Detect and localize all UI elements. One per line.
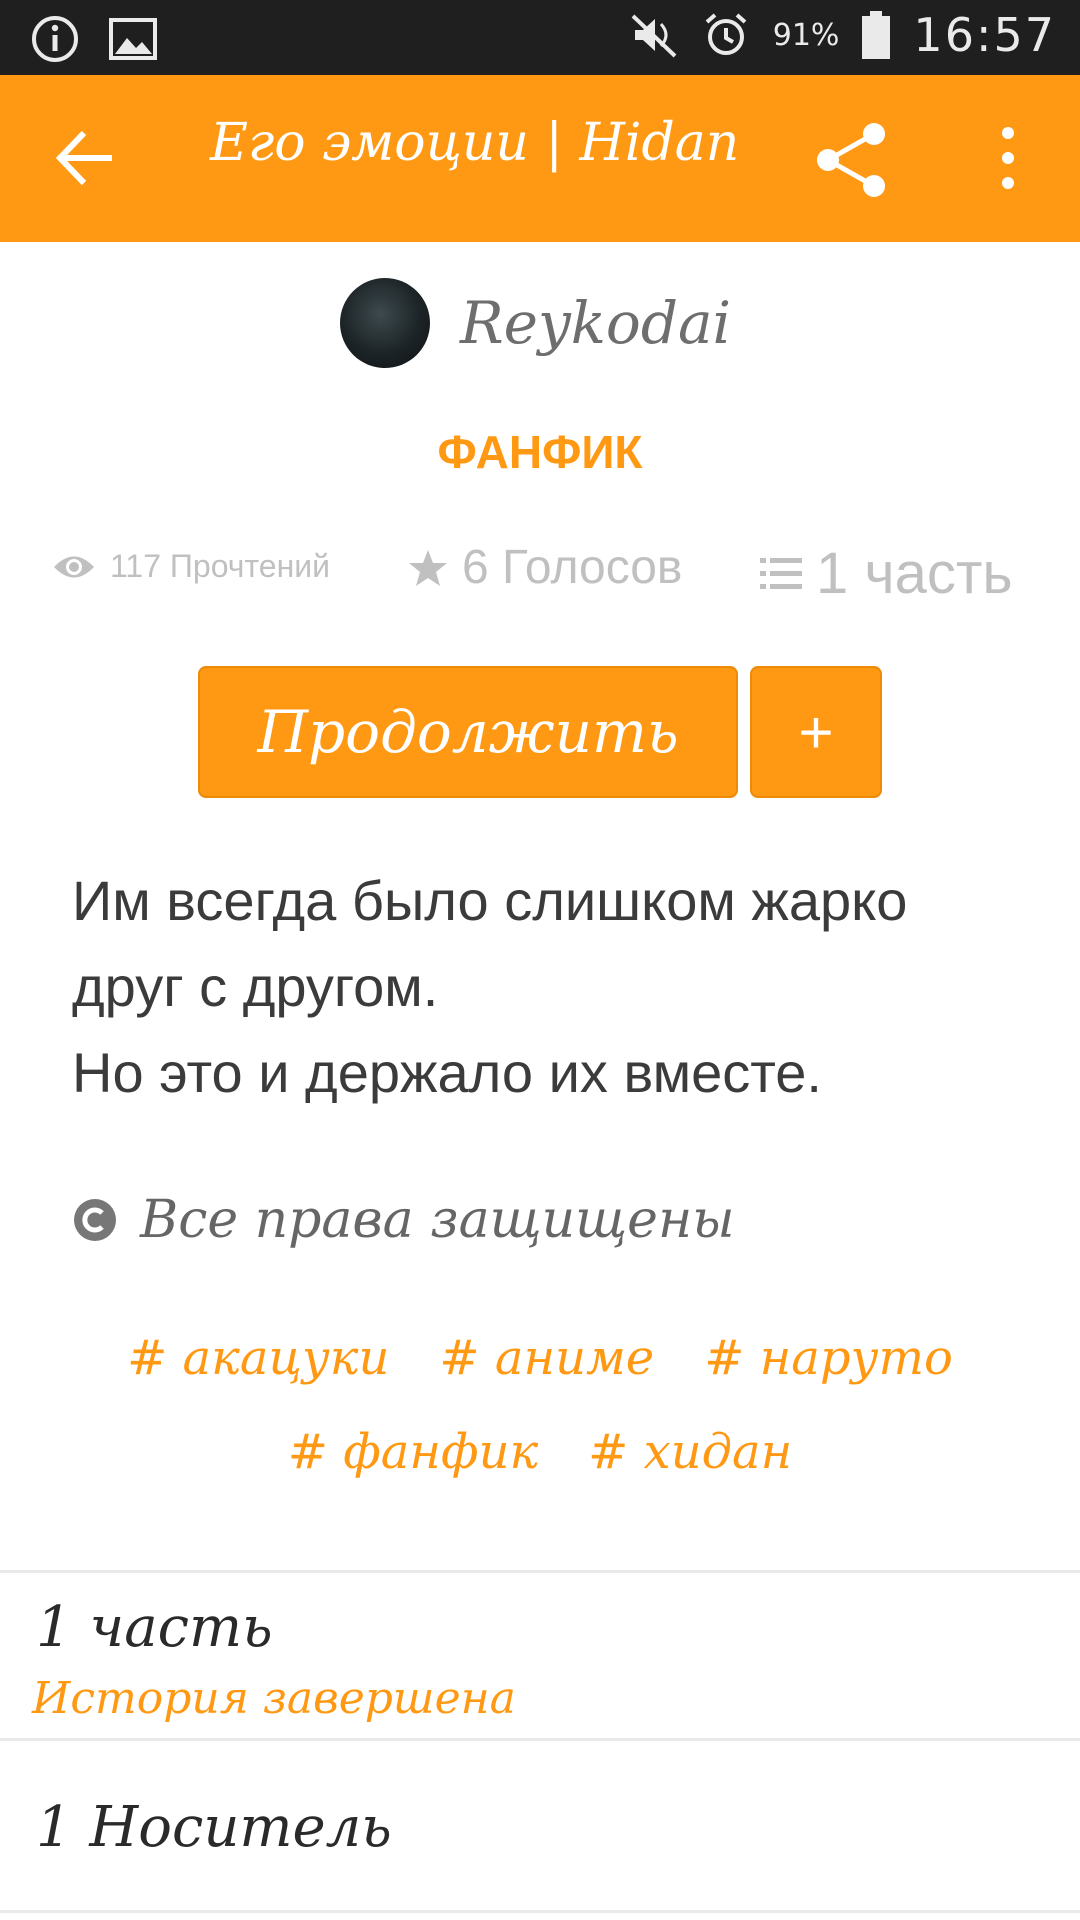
mute-icon	[631, 14, 677, 58]
continue-reading-button[interactable]: Продолжить	[198, 666, 738, 798]
story-status: История завершена	[32, 1673, 516, 1724]
tag-link[interactable]: # наруто	[704, 1330, 953, 1386]
tag-list: # акацуки # аниме # наруто # фанфик # хи…	[90, 1330, 990, 1480]
app-bar: Его эмоции | Hidan	[0, 75, 1080, 242]
author-link[interactable]: Reykodai	[340, 278, 731, 368]
parts-stat: 1 часть	[760, 540, 1013, 607]
more-vert-icon[interactable]	[990, 123, 1026, 193]
star-icon	[409, 549, 447, 586]
votes-count: 6 Голосов	[462, 541, 683, 594]
battery-percent: 91%	[772, 17, 840, 53]
share-icon[interactable]	[812, 120, 892, 200]
story-description: Им всегда было слишком жарко друг с друг…	[72, 858, 1032, 1116]
battery-icon	[862, 11, 891, 59]
tag-link[interactable]: # аниме	[439, 1330, 654, 1386]
parts-row-title: 1 часть	[36, 1595, 273, 1660]
description-line: Им всегда было слишком жарко друг с друг…	[72, 869, 908, 1018]
category-label: ФАНФИК	[437, 426, 643, 478]
reads-stat: 117 Прочтений	[52, 548, 330, 585]
back-arrow-icon[interactable]	[52, 127, 118, 189]
image-icon	[109, 18, 157, 60]
alarm-icon	[705, 13, 747, 55]
add-to-library-button[interactable]: +	[750, 666, 882, 798]
carrier-row[interactable]: 1 Носитель	[0, 1741, 1080, 1911]
parts-count: 1 часть	[816, 541, 1013, 606]
copyright-icon	[74, 1199, 116, 1241]
copyright-text: Все права защищены	[140, 1190, 735, 1250]
status-bar: 91% 16:57	[0, 0, 1080, 75]
reads-count: 117 Прочтений	[110, 548, 330, 584]
eye-icon	[54, 556, 94, 577]
tag-link[interactable]: # акацуки	[127, 1330, 389, 1386]
story-stats: 117 Прочтений 6 Голосов 1 часть	[0, 540, 1080, 620]
status-bar-left	[30, 14, 158, 64]
avatar[interactable]	[340, 278, 430, 368]
info-icon	[32, 16, 78, 62]
author-name[interactable]: Reykodai	[460, 289, 731, 357]
status-bar-right: 91% 16:57	[629, 8, 1056, 62]
carrier-row-title: 1 Носитель	[36, 1795, 392, 1860]
copyright-notice: Все права защищены	[72, 1190, 735, 1250]
clock: 16:57	[913, 8, 1056, 62]
story-title: Его эмоции | Hidan	[210, 113, 740, 173]
description-line: Но это и держало их вместе.	[72, 1041, 822, 1104]
tag-link[interactable]: # хидан	[588, 1424, 792, 1480]
votes-stat: 6 Голосов	[408, 540, 682, 595]
parts-row[interactable]: 1 часть История завершена	[0, 1573, 1080, 1738]
divider	[0, 1910, 1080, 1913]
list-icon	[760, 557, 802, 589]
tag-link[interactable]: # фанфик	[288, 1424, 538, 1480]
